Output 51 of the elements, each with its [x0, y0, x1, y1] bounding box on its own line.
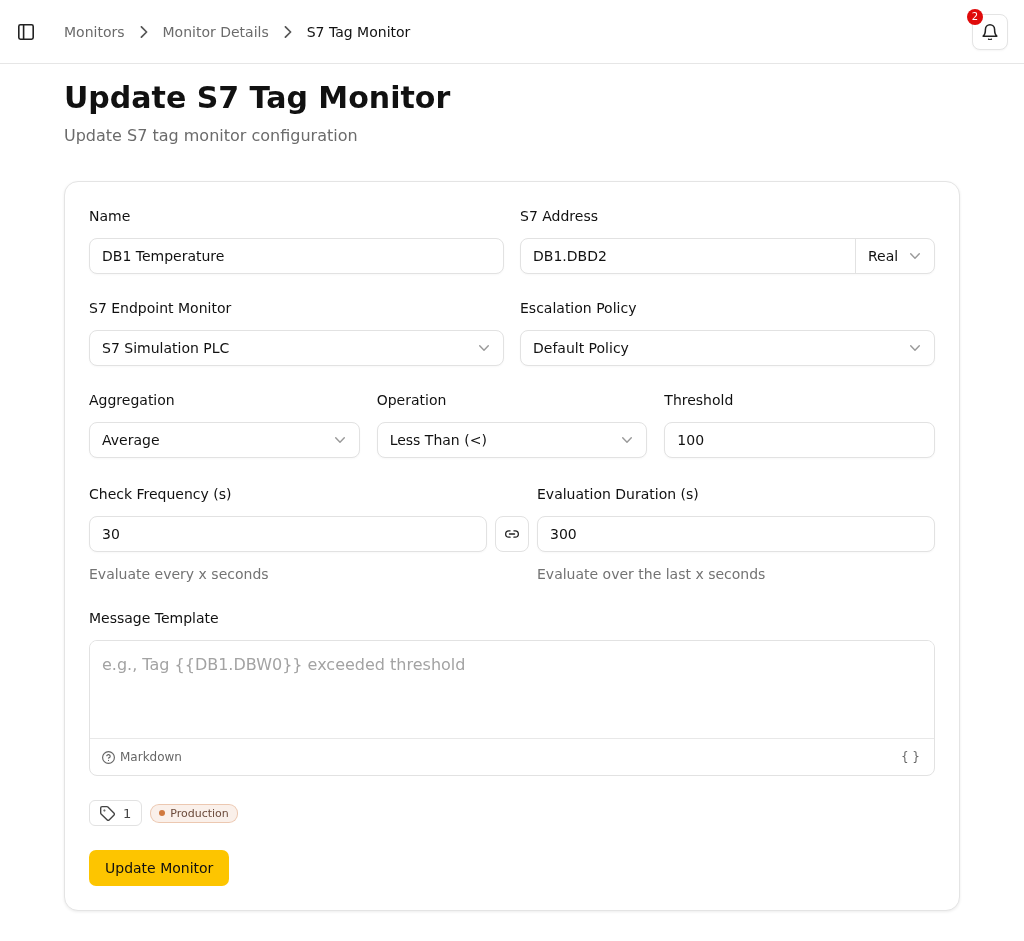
- field-label: S7 Address: [520, 207, 599, 226]
- input-field[interactable]: 30: [89, 516, 487, 552]
- page-subtitle: Update S7 tag monitor configuration: [64, 126, 359, 146]
- field-label: Message Template: [89, 609, 220, 628]
- input-field[interactable]: 100: [664, 422, 935, 458]
- update-monitor-button[interactable]: Update Monitor: [89, 850, 230, 886]
- bell-icon: [982, 23, 998, 40]
- chevron-right-icon: [283, 25, 292, 38]
- field-label: Aggregation: [89, 391, 176, 410]
- chevron-down-icon: [334, 437, 345, 443]
- help-icon: [102, 750, 115, 764]
- dropdown[interactable]: Default Policy: [520, 330, 935, 366]
- field-label: Name: [89, 207, 132, 226]
- breadcrumb-link[interactable]: Monitors: [64, 23, 125, 40]
- notifications-button[interactable]: [972, 13, 1008, 50]
- breadcrumb-current: S7 Tag Monitor: [306, 23, 411, 40]
- variables-button[interactable]: { }: [898, 750, 922, 764]
- tags-button[interactable]: 1: [89, 800, 143, 826]
- field-label: Operation: [376, 391, 448, 410]
- breadcrumb-link[interactable]: Monitor Details: [162, 23, 269, 40]
- tag-icon: [100, 805, 115, 821]
- field-hint: Evaluate over the last x seconds: [537, 565, 767, 584]
- field-label: Threshold: [664, 391, 735, 410]
- chevron-down-icon: [910, 253, 920, 259]
- dropdown[interactable]: Less Than (<): [376, 422, 648, 458]
- field-label: Escalation Policy: [520, 299, 638, 318]
- field-label: Check Frequency (s): [89, 485, 233, 504]
- tag-label: Production: [170, 805, 229, 821]
- input-field[interactable]: DB1 Temperature: [89, 238, 504, 274]
- input-field[interactable]: 300: [537, 516, 935, 552]
- field-label: S7 Endpoint Monitor: [89, 299, 233, 318]
- message-editor[interactable]: e.g., Tag {{DB1.DBW0}} exceeded threshold Markdown { }: [89, 640, 935, 776]
- link-button[interactable]: [495, 516, 529, 552]
- address-input[interactable]: DB1.DBD2 Real: [520, 238, 935, 274]
- tag-chip[interactable]: Production: [150, 803, 238, 823]
- chevron-down-icon: [479, 345, 489, 351]
- input-field[interactable]: DB1.DBD2: [521, 239, 855, 273]
- link-icon: [505, 530, 519, 538]
- sidebar-icon: [18, 23, 34, 40]
- dropdown[interactable]: S7 Simulation PLC: [89, 330, 504, 366]
- field-label: Evaluation Duration (s): [537, 485, 700, 504]
- notification-badge: 2: [967, 8, 983, 25]
- data-type-dropdown[interactable]: Real: [855, 239, 934, 273]
- dropdown[interactable]: Average: [89, 422, 360, 458]
- chevron-down-icon: [622, 437, 633, 443]
- page-title: Update S7 Tag Monitor: [64, 80, 452, 116]
- field-hint: Evaluate every x seconds: [89, 565, 270, 584]
- chevron-right-icon: [139, 25, 148, 38]
- markdown-label: Markdown: [120, 750, 182, 764]
- sidebar-toggle-button[interactable]: [18, 23, 34, 40]
- chevron-down-icon: [910, 345, 920, 351]
